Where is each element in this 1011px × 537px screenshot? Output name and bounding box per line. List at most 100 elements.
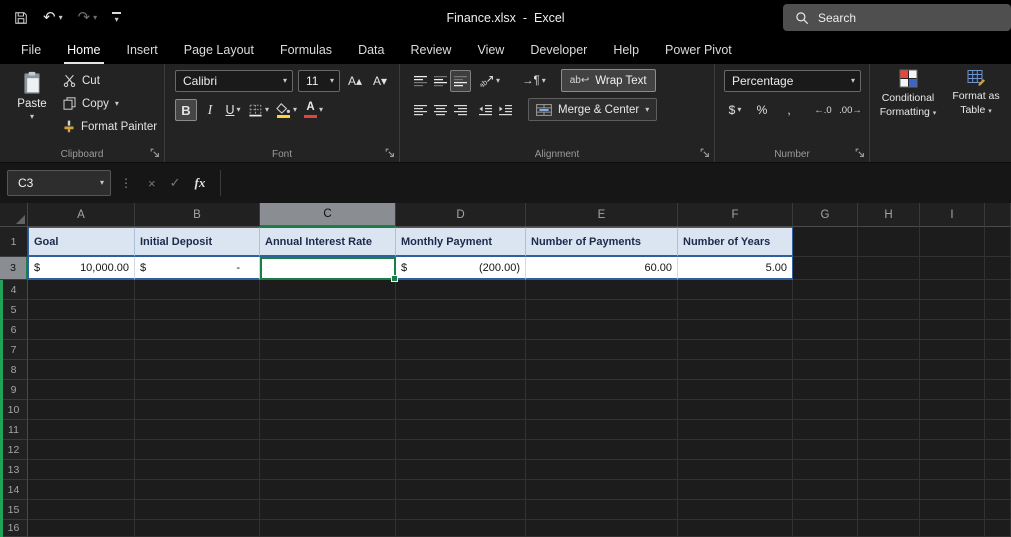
font-size-select[interactable]: 11 ▾ — [298, 70, 340, 92]
cell-c5[interactable] — [260, 300, 396, 320]
merge-center-button[interactable]: Merge & Center ▾ — [528, 98, 658, 121]
cell-a7[interactable] — [28, 340, 135, 360]
cell-e12[interactable] — [526, 440, 678, 460]
cell-a8[interactable] — [28, 360, 135, 380]
cell-g15[interactable] — [793, 500, 858, 520]
cell-h14[interactable] — [858, 480, 920, 500]
increase-font-size-button[interactable]: A▴ — [345, 70, 365, 92]
cell-a1[interactable]: Goal — [28, 227, 135, 257]
enter-icon[interactable]: ✓ — [170, 175, 181, 191]
cell-d14[interactable] — [396, 480, 526, 500]
align-top-button[interactable] — [410, 70, 430, 92]
cell-c8[interactable] — [260, 360, 396, 380]
cell-a12[interactable] — [28, 440, 135, 460]
cell-overflow15[interactable] — [985, 500, 1011, 520]
cell-c6[interactable] — [260, 320, 396, 340]
cell-overflow13[interactable] — [985, 460, 1011, 480]
cell-h8[interactable] — [858, 360, 920, 380]
cell-e4[interactable] — [526, 280, 678, 300]
cell-c13[interactable] — [260, 460, 396, 480]
cell-i14[interactable] — [920, 480, 985, 500]
tab-help[interactable]: Help — [600, 35, 652, 64]
align-center-button[interactable] — [430, 99, 450, 121]
cell-f3[interactable]: 5.00 — [678, 257, 793, 280]
cell-h13[interactable] — [858, 460, 920, 480]
cell-c4[interactable] — [260, 280, 396, 300]
row-header-11[interactable]: 11 — [0, 420, 28, 440]
row-header-9[interactable]: 9 — [0, 380, 28, 400]
cell-c14[interactable] — [260, 480, 396, 500]
cell-g16[interactable] — [793, 520, 858, 537]
cell-d4[interactable] — [396, 280, 526, 300]
tab-file[interactable]: File — [8, 35, 54, 64]
cell-g7[interactable] — [793, 340, 858, 360]
redo-button[interactable]: ↷ ▾ — [78, 10, 98, 25]
accounting-format-button[interactable]: $ ▾ — [725, 99, 745, 121]
cell-a6[interactable] — [28, 320, 135, 340]
cell-c16[interactable] — [260, 520, 396, 537]
cell-h5[interactable] — [858, 300, 920, 320]
column-header-b[interactable]: B — [135, 203, 260, 227]
row-header-14[interactable]: 14 — [0, 480, 28, 500]
cell-c12[interactable] — [260, 440, 396, 460]
cell-c3[interactable] — [260, 257, 398, 282]
cell-overflow6[interactable] — [985, 320, 1011, 340]
tab-home[interactable]: Home — [54, 35, 113, 64]
dialog-launcher-icon[interactable] — [855, 148, 865, 158]
cell-overflow14[interactable] — [985, 480, 1011, 500]
cell-b15[interactable] — [135, 500, 260, 520]
cell-h15[interactable] — [858, 500, 920, 520]
wrap-text-button[interactable]: ab↩ Wrap Text — [560, 69, 656, 92]
cell-e14[interactable] — [526, 480, 678, 500]
row-header-16[interactable]: 16 — [0, 520, 28, 537]
cell-f12[interactable] — [678, 440, 793, 460]
cell-f8[interactable] — [678, 360, 793, 380]
column-header-c[interactable]: C — [260, 203, 396, 227]
column-header-g[interactable]: G — [793, 203, 858, 227]
cell-c11[interactable] — [260, 420, 396, 440]
comma-style-button[interactable]: , — [779, 99, 799, 121]
cell-overflow4[interactable] — [985, 280, 1011, 300]
cell-overflow16[interactable] — [985, 520, 1011, 537]
dialog-launcher-icon[interactable] — [385, 148, 395, 158]
format-painter-button[interactable]: Format Painter — [63, 118, 157, 135]
decrease-decimal-button[interactable]: .00→ — [839, 99, 862, 121]
cell-overflow5[interactable] — [985, 300, 1011, 320]
cell-f11[interactable] — [678, 420, 793, 440]
cell-d1[interactable]: Monthly Payment — [396, 227, 526, 257]
cell-b5[interactable] — [135, 300, 260, 320]
row-header-7[interactable]: 7 — [0, 340, 28, 360]
row-header-15[interactable]: 15 — [0, 500, 28, 520]
cell-g14[interactable] — [793, 480, 858, 500]
row-header-8[interactable]: 8 — [0, 360, 28, 380]
cell-i16[interactable] — [920, 520, 985, 537]
align-right-button[interactable] — [450, 99, 470, 121]
cell-d13[interactable] — [396, 460, 526, 480]
cell-i10[interactable] — [920, 400, 985, 420]
cell-i8[interactable] — [920, 360, 985, 380]
cell-e3[interactable]: 60.00 — [526, 257, 678, 280]
cell-e13[interactable] — [526, 460, 678, 480]
cell-b8[interactable] — [135, 360, 260, 380]
cell-h4[interactable] — [858, 280, 920, 300]
select-all-button[interactable] — [0, 203, 28, 227]
column-header-h[interactable]: H — [858, 203, 920, 227]
column-header-d[interactable]: D — [396, 203, 526, 227]
cell-i15[interactable] — [920, 500, 985, 520]
fill-handle[interactable] — [391, 275, 398, 282]
row-header-6[interactable]: 6 — [0, 320, 28, 340]
cell-e7[interactable] — [526, 340, 678, 360]
decrease-indent-button[interactable] — [475, 99, 495, 121]
cell-h6[interactable] — [858, 320, 920, 340]
tab-review[interactable]: Review — [397, 35, 464, 64]
formula-bar-drag-handle-icon[interactable]: ⋮ — [120, 176, 132, 190]
cell-overflow8[interactable] — [985, 360, 1011, 380]
cell-e5[interactable] — [526, 300, 678, 320]
cell-overflow3[interactable] — [985, 257, 1011, 280]
cancel-icon[interactable]: × — [148, 176, 156, 191]
cell-i1[interactable] — [920, 227, 985, 257]
cell-f16[interactable] — [678, 520, 793, 537]
column-header-e[interactable]: E — [526, 203, 678, 227]
column-header-a[interactable]: A — [28, 203, 135, 227]
column-header-i[interactable]: I — [920, 203, 985, 227]
